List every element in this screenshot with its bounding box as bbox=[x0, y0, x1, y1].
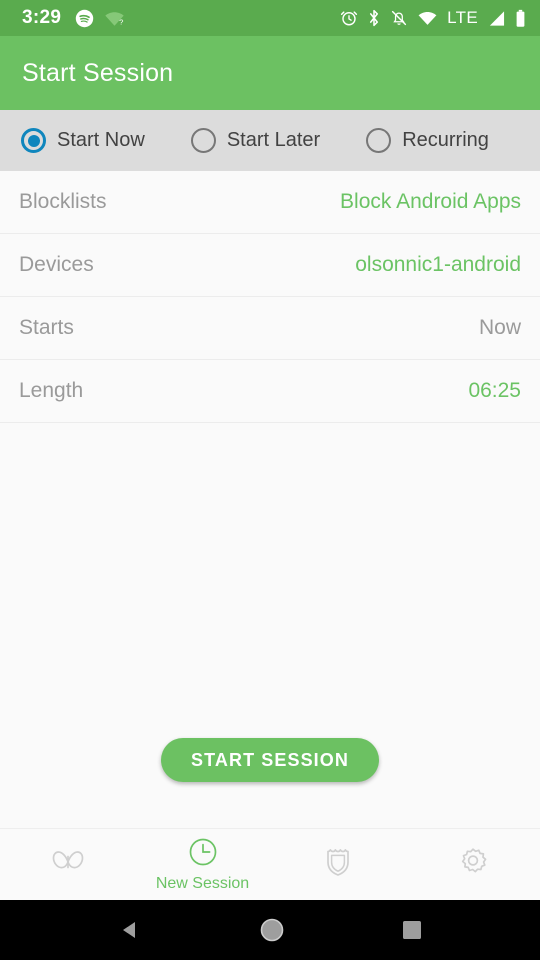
clock-icon bbox=[188, 837, 218, 872]
session-settings-list: Blocklists Block Android Apps Devices ol… bbox=[0, 171, 540, 423]
radio-option-recurring[interactable]: Recurring bbox=[366, 128, 489, 153]
row-value-blocklists: Block Android Apps bbox=[340, 190, 521, 213]
back-icon[interactable] bbox=[118, 918, 142, 942]
list-row-blocklists[interactable]: Blocklists Block Android Apps bbox=[0, 171, 540, 234]
svg-text:?: ? bbox=[119, 17, 123, 26]
radio-option-start-later[interactable]: Start Later bbox=[190, 128, 321, 153]
status-clock: 3:29 bbox=[22, 7, 62, 28]
list-row-length[interactable]: Length 06:25 bbox=[0, 360, 540, 423]
notifications-off-icon bbox=[390, 9, 408, 27]
bluetooth-icon bbox=[367, 9, 381, 27]
row-label: Length bbox=[19, 379, 84, 402]
tab-shield[interactable] bbox=[270, 829, 405, 900]
status-right-icons: x LTE bbox=[340, 8, 526, 28]
svg-text:x: x bbox=[431, 17, 436, 26]
list-row-starts[interactable]: Starts Now bbox=[0, 297, 540, 360]
radio-button-recurring[interactable] bbox=[366, 128, 392, 153]
phone-screen: 3:29 ? x LTE Start Session Start Now Sta… bbox=[0, 0, 540, 960]
radio-label-start-later: Start Later bbox=[226, 129, 321, 151]
page-title: Start Session bbox=[22, 58, 174, 87]
status-left-icons: ? bbox=[75, 9, 125, 28]
row-value-starts: Now bbox=[478, 316, 521, 339]
signal-icon bbox=[487, 10, 506, 27]
wifi-question-icon: ? bbox=[104, 10, 125, 27]
row-value-length: 06:25 bbox=[468, 379, 521, 402]
alarm-icon bbox=[340, 9, 358, 27]
radio-label-recurring: Recurring bbox=[402, 129, 489, 151]
session-type-radio-group: Start Now Start Later Recurring bbox=[0, 110, 540, 171]
status-bar: 3:29 ? x LTE bbox=[0, 0, 540, 36]
radio-button-start-later[interactable] bbox=[190, 128, 216, 153]
row-label: Starts bbox=[19, 316, 74, 339]
tab-new-session[interactable]: New Session bbox=[135, 829, 270, 900]
radio-button-start-now[interactable] bbox=[21, 128, 46, 153]
app-bar: Start Session bbox=[0, 36, 540, 110]
tab-label-new-session: New Session bbox=[155, 874, 250, 892]
radio-label-start-now: Start Now bbox=[57, 129, 145, 151]
primary-action-area: START SESSION bbox=[0, 738, 540, 828]
tab-butterfly[interactable] bbox=[0, 829, 135, 900]
gear-icon bbox=[456, 845, 490, 884]
tab-settings[interactable] bbox=[405, 829, 540, 900]
battery-icon bbox=[515, 9, 526, 28]
recents-icon[interactable] bbox=[402, 920, 422, 940]
home-icon[interactable] bbox=[259, 917, 285, 943]
list-row-devices[interactable]: Devices olsonnic1-android bbox=[0, 234, 540, 297]
spotify-icon bbox=[75, 9, 94, 28]
android-nav-bar bbox=[0, 900, 540, 960]
butterfly-icon bbox=[47, 846, 89, 883]
row-value-devices: olsonnic1-android bbox=[355, 253, 521, 276]
wifi-off-icon: x bbox=[417, 10, 438, 27]
row-label: Devices bbox=[19, 253, 94, 276]
shield-icon bbox=[322, 844, 354, 885]
bottom-tab-bar: New Session bbox=[0, 828, 540, 900]
lte-label: LTE bbox=[447, 8, 478, 27]
row-label: Blocklists bbox=[19, 190, 107, 213]
radio-option-start-now[interactable]: Start Now bbox=[21, 128, 145, 153]
content-spacer bbox=[0, 423, 540, 738]
start-session-button[interactable]: START SESSION bbox=[161, 738, 379, 782]
